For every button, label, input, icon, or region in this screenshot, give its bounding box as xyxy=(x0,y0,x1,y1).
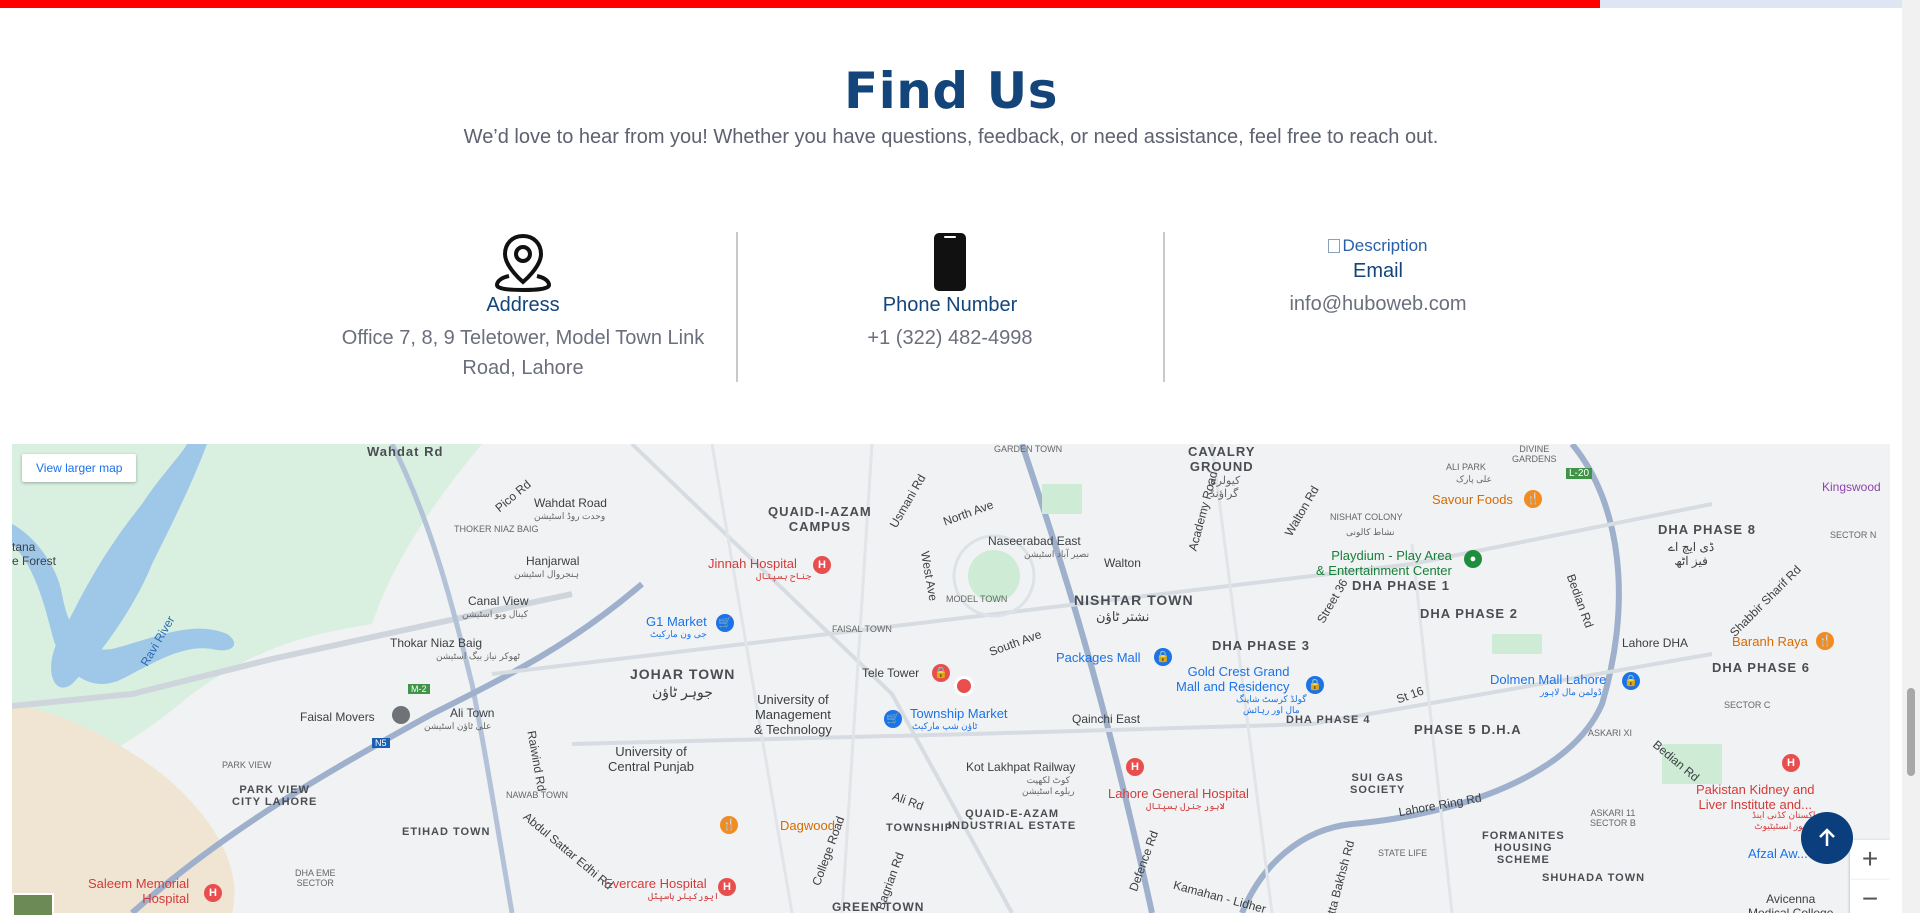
phone-icon xyxy=(750,232,1150,292)
restaurant-icon[interactable]: 🍴 xyxy=(1816,632,1834,650)
satellite-layer-toggle[interactable] xyxy=(12,893,54,917)
reading-progress-track xyxy=(0,0,1902,8)
restaurant-icon[interactable]: 🍴 xyxy=(1524,490,1542,508)
phone-value[interactable]: +1 (322) 482-4998 xyxy=(750,323,1150,353)
address-value: Office 7, 8, 9 Teletower, Model Town Lin… xyxy=(341,327,705,379)
page-subtitle: We’d love to hear from you! Whether you … xyxy=(463,126,1439,148)
hospital-pin-icon[interactable]: H xyxy=(813,556,831,574)
page-title: Find Us xyxy=(844,61,1058,120)
faisal-movers-pin-icon[interactable] xyxy=(392,706,410,724)
scrollbar-thumb[interactable] xyxy=(1907,688,1915,776)
vertical-scrollbar[interactable] xyxy=(1902,0,1920,913)
zoom-in-button[interactable]: + xyxy=(1850,840,1890,880)
embedded-map[interactable]: View larger map Wahdat Rd Wahdat Road وح… xyxy=(12,444,1890,913)
tele-tower-pin-icon[interactable]: 🔒 xyxy=(932,664,950,682)
shopping-cart-icon[interactable]: 🛒 xyxy=(884,710,902,728)
selected-location-marker-icon[interactable] xyxy=(954,676,974,696)
contact-address: Address Office 7, 8, 9 Teletower, Model … xyxy=(322,232,724,383)
email-label: Email xyxy=(1352,260,1403,282)
reading-progress-fill xyxy=(0,0,1600,8)
contact-email: Description Email info@huboweb.com xyxy=(1178,236,1578,319)
arrow-up-icon xyxy=(1819,828,1835,846)
restaurant-icon[interactable]: 🍴 xyxy=(720,816,738,834)
shopping-bag-icon[interactable]: 🔒 xyxy=(1154,648,1172,666)
phone-label: Phone Number xyxy=(882,294,1018,316)
scroll-to-top-button[interactable] xyxy=(1801,812,1853,864)
divider-1 xyxy=(736,232,738,382)
hospital-pin-icon[interactable]: H xyxy=(204,884,222,902)
map-label-wahdat-road: Wahdat Road xyxy=(534,496,607,510)
map-label-wahdat-rd: Wahdat Rd xyxy=(367,444,444,459)
email-value[interactable]: info@huboweb.com xyxy=(1178,289,1578,319)
shopping-bag-icon[interactable]: 🔒 xyxy=(1306,676,1324,694)
address-label: Address xyxy=(486,294,560,316)
zoom-out-button[interactable]: − xyxy=(1850,880,1890,913)
divider-2 xyxy=(1163,232,1165,382)
location-pin-icon xyxy=(322,232,724,292)
view-larger-map-link[interactable]: View larger map xyxy=(22,454,137,482)
hospital-pin-icon[interactable]: H xyxy=(1782,754,1800,772)
contact-phone: Phone Number +1 (322) 482-4998 xyxy=(750,232,1150,353)
broken-image-icon: Description xyxy=(1178,236,1578,258)
hospital-pin-icon[interactable]: H xyxy=(718,878,736,896)
hospital-pin-icon[interactable]: H xyxy=(1126,758,1144,776)
shopping-cart-icon[interactable]: 🛒 xyxy=(716,614,734,632)
entertainment-pin-icon[interactable]: ● xyxy=(1464,550,1482,568)
shopping-bag-icon[interactable]: 🔒 xyxy=(1622,672,1640,690)
